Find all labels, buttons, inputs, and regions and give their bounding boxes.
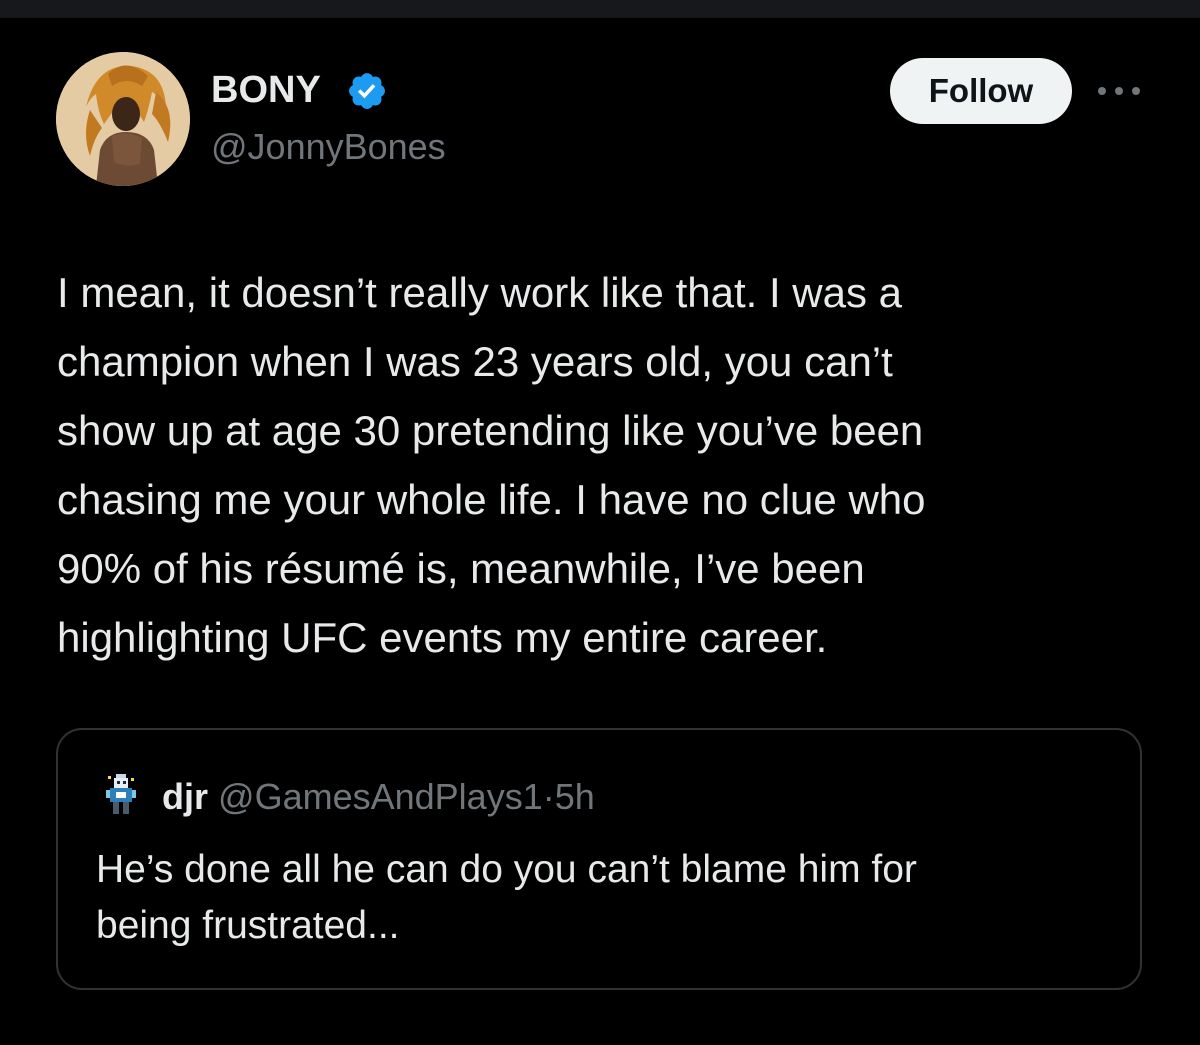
quoted-author-handle[interactable]: @GamesAndPlays1 — [218, 776, 543, 817]
quoted-tweet-header: djr @GamesAndPlays1·5h — [162, 774, 595, 820]
quoted-tweet-text: He’s done all he can do you can’t blame … — [96, 848, 917, 947]
verified-badge-icon — [349, 73, 385, 109]
quoted-author-name[interactable]: djr — [162, 776, 208, 817]
author-handle[interactable]: @JonnyBones — [211, 124, 446, 170]
quoted-separator: · — [542, 776, 555, 817]
tweet-text: I mean, it doesn’t really work like that… — [57, 269, 926, 661]
author-display-name[interactable]: BONY — [211, 66, 321, 114]
more-options-button[interactable] — [1094, 74, 1144, 108]
pixel-character-avatar-icon — [106, 774, 136, 814]
top-edge-bar — [0, 0, 1200, 18]
lion-headdress-avatar-icon — [56, 52, 190, 186]
quoted-timestamp[interactable]: 5h — [555, 776, 595, 817]
author-avatar[interactable] — [56, 52, 190, 186]
follow-button[interactable]: Follow — [890, 58, 1072, 124]
ellipsis-icon — [1098, 87, 1140, 95]
quoted-tweet-card[interactable]: djr @GamesAndPlays1·5h He’s done all he … — [56, 728, 1142, 990]
